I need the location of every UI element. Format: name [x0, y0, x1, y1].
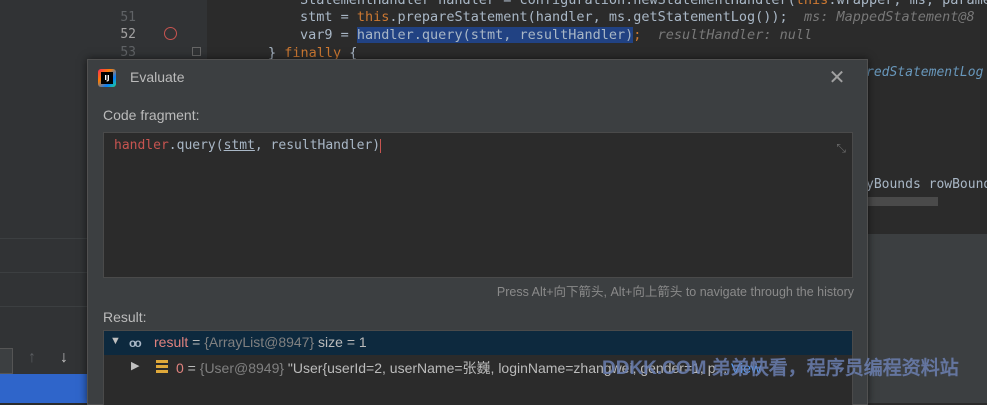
code-line-current: var9 = handler.query(stmt, resultHandler…	[300, 27, 813, 43]
watch-icon: oo	[129, 336, 142, 350]
horizontal-scrollbar[interactable]	[866, 197, 938, 206]
method-signature: yBounds rowBound	[866, 177, 987, 192]
variable-name: 0	[176, 360, 184, 376]
field-icon	[156, 360, 168, 373]
dialog-title: Evaluate	[130, 69, 185, 85]
variable-value: size = 1	[314, 334, 367, 350]
line-number: 51	[120, 10, 136, 25]
inline-hint: redStatementLog	[866, 65, 984, 80]
line-number: 53	[120, 45, 136, 60]
down-arrow-icon[interactable]: ↓	[60, 349, 68, 367]
selected-frame-row[interactable]	[0, 374, 87, 403]
expand-icon[interactable]: ⤡	[836, 141, 846, 156]
tree-row-result[interactable]: ▼ oo result = {ArrayList@8947} size = 1	[104, 331, 852, 355]
result-label: Result:	[103, 309, 147, 325]
variable-type: {ArrayList@8947}	[204, 334, 315, 350]
code-line: stmt = this.prepareStatement(handler, ms…	[300, 9, 975, 25]
dialog-title-bar[interactable]: IJ Evaluate ✕	[88, 60, 867, 96]
code-fragment-label: Code fragment:	[103, 107, 200, 123]
collapse-toggle-icon[interactable]: ▶	[131, 359, 139, 372]
code-line: StatementHandler handler = configuration…	[300, 0, 987, 8]
code-fragment-input[interactable]: handler.query(stmt, resultHandler) ⤡	[103, 132, 853, 278]
close-icon[interactable]: ✕	[826, 67, 848, 89]
watermark-text: DDKK.COM 弟弟快看，程序员编程资料站	[602, 358, 959, 379]
up-arrow-icon[interactable]: ↑	[28, 349, 36, 367]
text-cursor	[380, 138, 382, 153]
line-number: 52	[120, 27, 136, 42]
breakpoint-icon[interactable]	[164, 27, 177, 40]
right-editor-fragment: redStatementLog yBounds rowBound	[866, 60, 987, 403]
intellij-icon: IJ	[98, 69, 116, 87]
expression-text[interactable]: handler.query(stmt, resultHandler)	[114, 138, 382, 153]
history-navigation-hint: Press Alt+向下箭头, Alt+向上箭头 to navigate thr…	[496, 285, 854, 299]
thread-dropdown[interactable]	[0, 348, 13, 374]
variable-name: result	[154, 334, 189, 350]
frames-toolbar: ↑ ↓	[0, 344, 87, 374]
fold-icon[interactable]	[192, 47, 201, 56]
variable-type: {User@8949}	[199, 360, 285, 376]
expand-toggle-icon[interactable]: ▼	[110, 335, 121, 347]
